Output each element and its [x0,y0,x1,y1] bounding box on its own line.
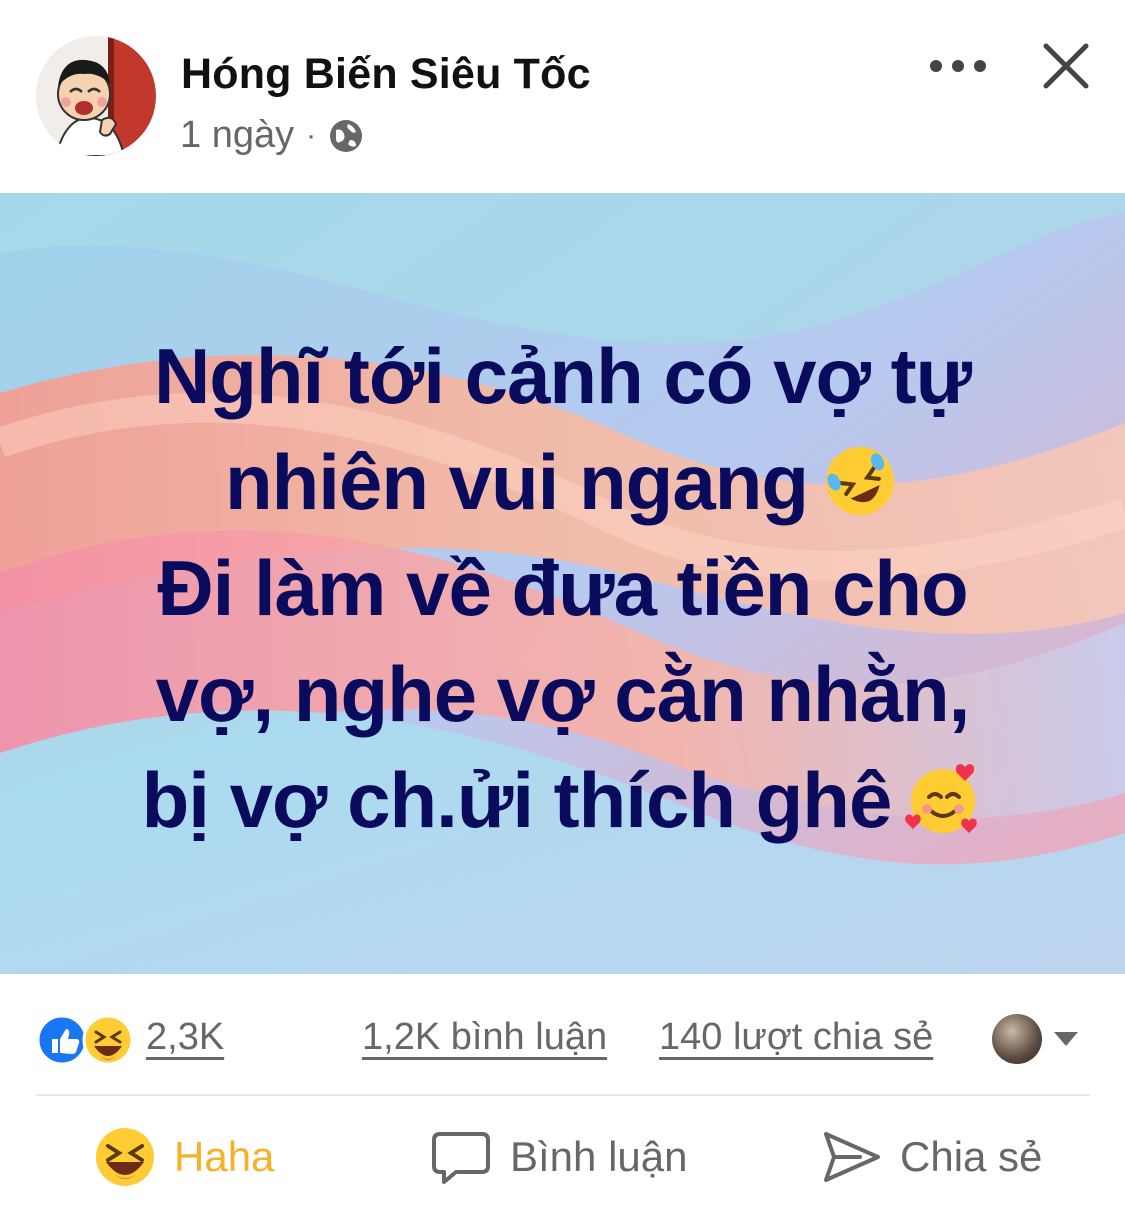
post-meta: 1 ngày · [180,114,364,157]
reaction-icons[interactable] [36,1012,136,1068]
action-bar: Haha Bình luận Chia sẻ [0,1100,1125,1211]
post-line-5: bị vợ ch.ửi thích ghê [141,756,893,844]
more-dot [930,60,942,72]
haha-button[interactable]: Haha [94,1122,274,1192]
cartoon-avatar-icon [36,36,156,156]
haha-icon [82,1014,134,1066]
share-count[interactable]: 140 lượt chia sẻ [659,1016,933,1059]
more-dot [974,60,986,72]
comment-icon [432,1132,490,1184]
post-line-1: Nghĩ tới cảnh có vợ tự [153,332,972,420]
post-time[interactable]: 1 ngày [180,114,294,157]
comment-button[interactable]: Bình luận [430,1122,687,1192]
rolling-on-floor-laughing-emoji [826,447,894,515]
haha-icon [96,1128,154,1186]
viewer-avatar[interactable] [992,1014,1042,1064]
comment-count[interactable]: 1,2K bình luận [362,1016,607,1059]
post-line-5-wrap: bị vợ ch.ửi thích ghê [0,747,1125,853]
divider [36,1094,1090,1096]
share-icon [824,1132,880,1182]
post-line-2-wrap: nhiên vui ngang [0,429,1125,535]
chevron-down-icon[interactable] [1052,1030,1080,1048]
globe-icon [330,119,363,152]
post-line-4: vợ, nghe vợ cằn nhằn, [155,650,971,738]
author-avatar[interactable] [36,36,156,156]
meta-separator: · [306,118,317,152]
reaction-count[interactable]: 2,3K [146,1016,224,1059]
more-options-icon[interactable] [930,52,986,80]
comment-label: Bình luận [510,1133,688,1180]
post-stats: 2,3K 1,2K bình luận 140 lượt chia sẻ [0,1000,1125,1080]
post-line-3: Đi làm về đưa tiền cho [157,544,968,632]
post-text: Nghĩ tới cảnh có vợ tự nhiên vui ngang Đ… [0,323,1125,853]
share-label: Chia sẻ [900,1133,1043,1180]
haha-label: Haha [174,1133,275,1180]
close-icon[interactable] [1038,38,1094,94]
author-name[interactable]: Hóng Biến Siêu Tốc [181,50,591,99]
post-background-card: Nghĩ tới cảnh có vợ tự nhiên vui ngang Đ… [0,193,1125,974]
post-line-2: nhiên vui ngang [225,438,809,526]
post-header: Hóng Biến Siêu Tốc 1 ngày · [0,0,1125,192]
more-dot [952,60,964,72]
smiling-face-with-hearts-emoji [905,764,978,833]
share-button[interactable]: Chia sẻ [820,1122,1042,1192]
